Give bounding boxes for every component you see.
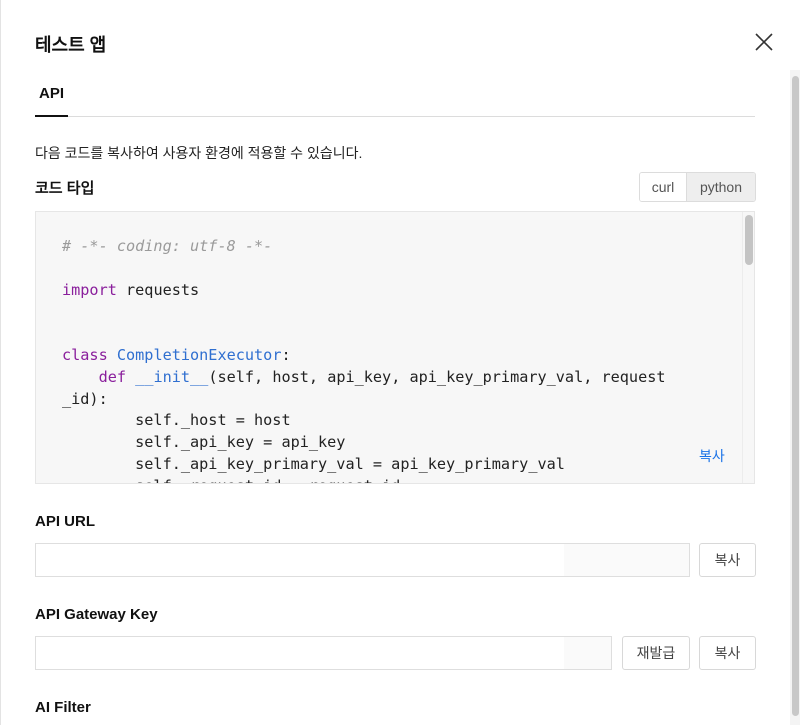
tab-bar: API	[35, 82, 755, 117]
description-text: 다음 코드를 복사하여 사용자 환경에 적용할 수 있습니다.	[35, 145, 363, 161]
reissue-key-button[interactable]: 재발급	[622, 636, 690, 670]
close-icon	[755, 33, 773, 51]
dialog-scrollbar[interactable]	[790, 70, 800, 725]
code-line: self._api_key_primary_val = api_key_prim…	[62, 454, 565, 473]
code-line: self._host = host	[62, 411, 291, 430]
code-content: # -*- coding: utf-8 -*- import requests …	[62, 236, 666, 483]
api-gateway-key-label: API Gateway Key	[35, 606, 158, 623]
code-block: # -*- coding: utf-8 -*- import requests …	[35, 211, 755, 484]
code-type-curl[interactable]: curl	[640, 173, 687, 201]
api-gateway-key-input[interactable]	[36, 637, 611, 669]
dialog-scrollbar-thumb[interactable]	[792, 76, 799, 716]
code-scrollbar[interactable]	[742, 212, 754, 483]
api-url-label: API URL	[35, 513, 95, 530]
ai-filter-label: AI Filter	[35, 699, 91, 716]
api-url-copy-button[interactable]: 복사	[699, 543, 756, 577]
code-type-python[interactable]: python	[687, 173, 755, 201]
code-type-label: 코드 타입	[35, 180, 95, 197]
code-scrollbar-thumb[interactable]	[745, 215, 753, 265]
code-type-selector: curl python	[639, 172, 756, 202]
code-line: self._api_key = api_key	[62, 433, 346, 452]
api-url-input[interactable]	[36, 544, 689, 576]
close-button[interactable]	[753, 31, 775, 53]
copy-code-button[interactable]: 복사	[699, 446, 725, 466]
code-line: self._request_id = request_id	[62, 476, 666, 483]
code-line: class CompletionExecutor:	[62, 345, 291, 364]
api-gateway-key-copy-button[interactable]: 복사	[699, 636, 756, 670]
dialog-title: 테스트 앱	[35, 35, 107, 55]
api-url-field[interactable]	[35, 543, 690, 577]
code-line: _id):	[62, 389, 108, 408]
api-dialog: 테스트 앱 API 다음 코드를 복사하여 사용자 환경에 적용할 수 있습니다…	[0, 0, 800, 725]
code-line: import requests	[62, 280, 200, 299]
api-gateway-key-field[interactable]	[35, 636, 612, 670]
tab-api[interactable]: API	[35, 82, 69, 117]
code-line: def __init__(self, host, api_key, api_ke…	[98, 367, 666, 386]
code-line: # -*- coding: utf-8 -*-	[62, 237, 273, 255]
